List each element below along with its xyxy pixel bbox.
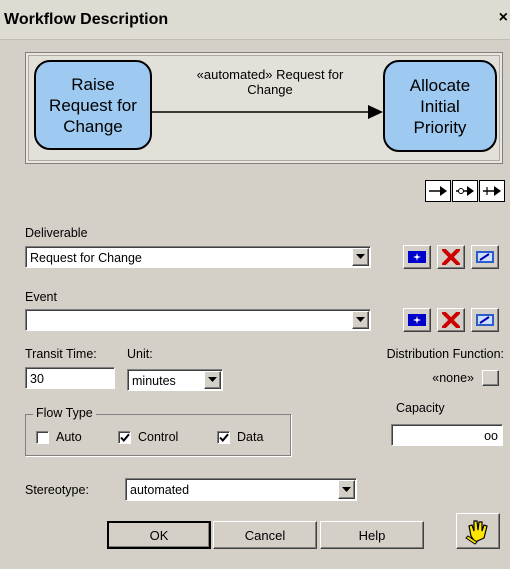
unit-label: Unit:	[127, 347, 153, 361]
cancel-button-label: Cancel	[244, 527, 286, 543]
new-icon	[408, 314, 426, 326]
checkmark-icon	[218, 433, 229, 442]
diagram-node-source[interactable]: Raise Request for Change	[34, 60, 152, 150]
deliverable-label: Deliverable	[25, 226, 88, 240]
deliverable-select[interactable]: Request for Change	[25, 246, 371, 268]
distribution-function-label: Distribution Function:	[386, 347, 504, 361]
delete-event-button[interactable]	[437, 308, 465, 332]
diagram-edge-label: «automated» Request for Change	[196, 67, 344, 97]
delete-icon	[442, 249, 460, 265]
edit-icon	[476, 314, 494, 326]
capacity-input[interactable]: oo	[391, 424, 503, 446]
unit-value: minutes	[132, 374, 176, 388]
data-checkbox-label: Data	[237, 430, 264, 444]
transit-time-input[interactable]: 30	[25, 367, 115, 389]
arrow-right-button[interactable]	[425, 180, 451, 202]
edit-event-button[interactable]	[471, 308, 499, 332]
diagram-edge-arrow	[152, 105, 383, 119]
distribution-function-button[interactable]	[482, 370, 499, 386]
diagram-node-target[interactable]: Allocate Initial Priority	[383, 60, 497, 152]
stereotype-label: Stereotype:	[25, 483, 89, 497]
capacity-label: Capacity	[396, 401, 445, 415]
help-button[interactable]: Help	[320, 521, 424, 549]
stereotype-value: automated	[130, 483, 190, 497]
checkmark-icon	[119, 433, 130, 442]
new-deliverable-button[interactable]	[403, 245, 431, 269]
event-select[interactable]	[25, 309, 371, 331]
hand-note-icon	[465, 520, 488, 545]
window-title: Workflow Description	[4, 11, 169, 28]
unit-select[interactable]: minutes	[127, 369, 223, 391]
arrow-circle-right-button[interactable]	[452, 180, 478, 202]
stereotype-select[interactable]: automated	[125, 478, 357, 501]
auto-checkbox[interactable]	[36, 431, 49, 444]
flow-type-label: Flow Type	[33, 406, 96, 420]
new-event-button[interactable]	[403, 308, 431, 332]
ok-button[interactable]: OK	[107, 521, 211, 549]
deliverable-value: Request for Change	[30, 251, 142, 265]
control-checkbox[interactable]	[118, 431, 131, 444]
control-checkbox-label: Control	[138, 430, 179, 444]
auto-checkbox-label: Auto	[56, 430, 82, 444]
chevron-down-icon[interactable]	[204, 371, 221, 389]
chevron-down-icon[interactable]	[352, 311, 369, 329]
data-checkbox[interactable]	[217, 431, 230, 444]
ok-button-label: OK	[149, 527, 169, 543]
chevron-down-icon[interactable]	[338, 480, 355, 499]
distribution-function-value: «none»	[432, 371, 474, 385]
close-icon[interactable]: ×	[499, 9, 508, 27]
new-icon	[408, 251, 426, 263]
delete-deliverable-button[interactable]	[437, 245, 465, 269]
capacity-value: oo	[484, 429, 498, 443]
arrow-circle-right-icon	[456, 186, 474, 196]
delete-icon	[442, 312, 460, 328]
event-label: Event	[25, 290, 57, 304]
arrow-right-icon	[429, 186, 447, 196]
arrow-cross-right-icon	[483, 186, 501, 196]
transit-time-label: Transit Time:	[25, 347, 97, 361]
chevron-down-icon[interactable]	[352, 248, 369, 266]
arrow-cross-right-button[interactable]	[479, 180, 505, 202]
edit-icon	[476, 251, 494, 263]
edit-deliverable-button[interactable]	[471, 245, 499, 269]
window-title-bar: Workflow Description	[0, 0, 510, 40]
cancel-button[interactable]: Cancel	[213, 521, 317, 549]
help-button-label: Help	[358, 527, 386, 543]
annotation-button[interactable]	[456, 513, 500, 549]
transit-time-value: 30	[30, 372, 44, 386]
